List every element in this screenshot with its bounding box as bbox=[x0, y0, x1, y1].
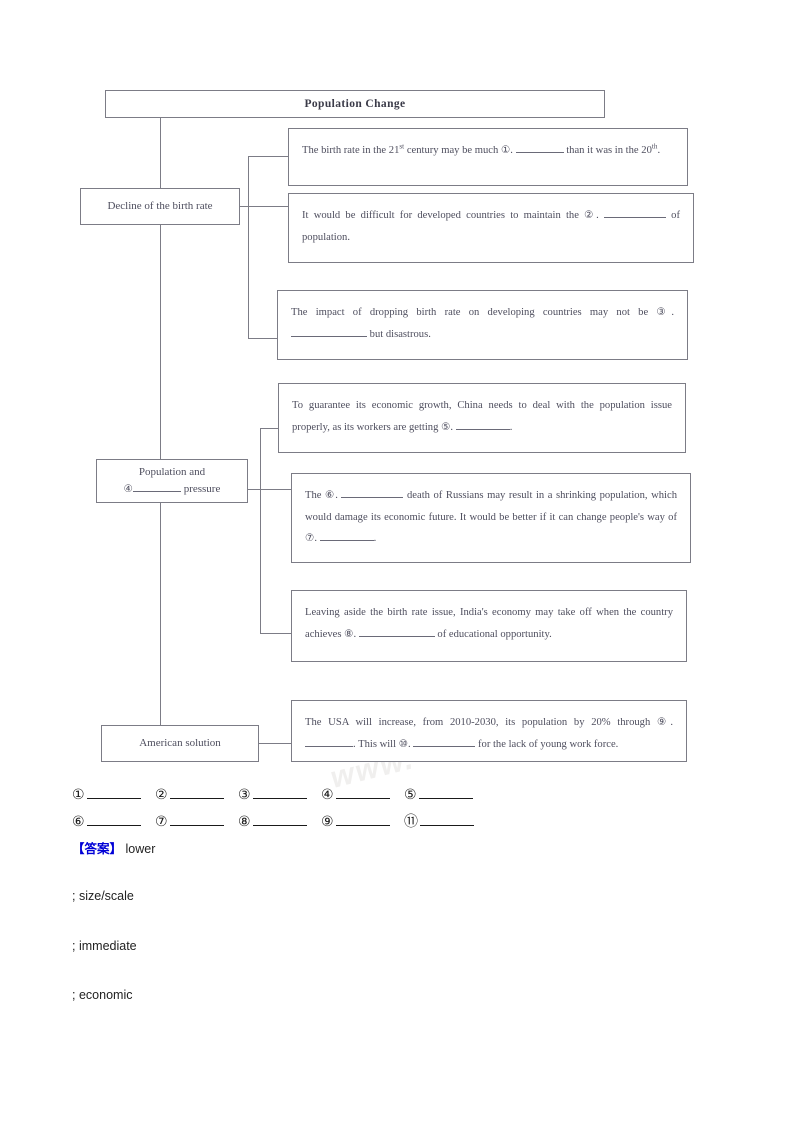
bracket-pressure-vertical bbox=[260, 428, 261, 633]
answer-blank-item[interactable]: ③ bbox=[238, 787, 321, 803]
blank-number-marker: ⑩ bbox=[398, 737, 409, 750]
ordinal-superscript: st bbox=[399, 142, 405, 151]
fill-in-blank[interactable] bbox=[455, 420, 510, 430]
node-decline-label: Decline of the birth rate bbox=[107, 199, 213, 212]
answer-blank-row-2: ⑥ ⑦ ⑧ ⑨ ⑪ bbox=[72, 811, 487, 831]
flowchart-title-label: Population Change bbox=[304, 98, 406, 110]
content-paragraph: The birth rate in the 21st century may b… bbox=[302, 142, 661, 156]
answer-blank-item[interactable]: ④ bbox=[321, 787, 404, 803]
node-pressure-label-line2: ④ pressure bbox=[124, 481, 221, 498]
answer-sep-2: ; bbox=[72, 939, 76, 953]
answer-text-1: size/scale bbox=[78, 889, 134, 903]
content-box-china: To guarantee its economic growth, China … bbox=[278, 383, 686, 453]
fill-in-blank[interactable] bbox=[291, 327, 367, 337]
content-paragraph: Leaving aside the birth rate issue, Indi… bbox=[305, 607, 673, 640]
answer-blank-underline[interactable] bbox=[420, 814, 474, 826]
answer-blank-underline[interactable] bbox=[418, 787, 473, 799]
blank-number-marker: ⑨ bbox=[656, 716, 671, 728]
answer-blank-item[interactable]: ⑥ bbox=[72, 814, 155, 830]
answer-blank-number: ⑦ bbox=[155, 814, 168, 830]
answer-blank-underline[interactable] bbox=[335, 787, 390, 799]
blank-number-marker: ② bbox=[584, 209, 597, 221]
blank-number-marker: ① bbox=[500, 144, 511, 156]
flowchart-title-box: Population Change bbox=[105, 90, 605, 118]
answer-blank-underline[interactable] bbox=[335, 814, 390, 826]
answer-blank-underline[interactable] bbox=[169, 787, 224, 799]
content-box-birth-rate-21st: The birth rate in the 21st century may b… bbox=[288, 128, 688, 186]
answer-blank-number: ⑪ bbox=[404, 814, 418, 830]
node-decline-of-birth-rate: Decline of the birth rate bbox=[80, 188, 240, 225]
content-paragraph: The ⑥. death of Russians may result in a… bbox=[305, 488, 677, 545]
answer-blank-item[interactable]: ② bbox=[155, 787, 238, 803]
page-canvas: www. Population Change Decline of the bi… bbox=[0, 0, 794, 1123]
fill-in-blank[interactable] bbox=[413, 737, 476, 747]
content-box-usa: The USA will increase, from 2010-2030, i… bbox=[291, 700, 687, 762]
answer-blank-number: ⑨ bbox=[321, 814, 334, 830]
answer-blank-number: ⑧ bbox=[238, 814, 251, 830]
node-pressure-number: ④ bbox=[123, 483, 133, 495]
blank-number-marker: ⑤ bbox=[441, 420, 451, 433]
answer-sep-3: ; bbox=[72, 988, 76, 1002]
node-pressure-label-line1: Population and bbox=[138, 465, 206, 478]
node-pressure-suffix: pressure bbox=[183, 483, 221, 495]
content-paragraph: It would be difficult for developed coun… bbox=[302, 208, 681, 243]
blank-number-marker: ③ bbox=[656, 306, 672, 318]
answer-blank-number: ④ bbox=[321, 787, 334, 803]
answer-blank-underline[interactable] bbox=[252, 787, 307, 799]
answer-sep-1: ; bbox=[72, 889, 76, 903]
answer-key-line-1: ; size/scale bbox=[72, 889, 134, 903]
blank-number-marker: ⑥ bbox=[325, 489, 336, 501]
answer-blank-item[interactable]: ⑦ bbox=[155, 814, 238, 830]
answer-key-line-2: ; immediate bbox=[72, 939, 137, 953]
content-box-developing-countries: The impact of dropping birth rate on dev… bbox=[277, 290, 688, 360]
answer-blank-item[interactable]: ① bbox=[72, 787, 155, 803]
fill-in-blank[interactable] bbox=[341, 488, 404, 498]
content-box-russia: The ⑥. death of Russians may result in a… bbox=[291, 473, 691, 563]
fill-in-blank[interactable] bbox=[305, 737, 353, 747]
answer-blank-number: ⑥ bbox=[72, 814, 85, 830]
answer-key-line-0: 【答案】 lower bbox=[72, 838, 155, 857]
answer-blank-item[interactable]: ⑪ bbox=[404, 811, 487, 831]
node-population-pressure: Population and ④ pressure bbox=[96, 459, 248, 503]
answer-tag-0: 【答案】 bbox=[72, 842, 123, 856]
answer-blank-underline[interactable] bbox=[86, 814, 141, 826]
answer-key-line-3: ; economic bbox=[72, 988, 132, 1002]
node-american-solution: American solution bbox=[101, 725, 259, 762]
blank-number-marker: ⑦ bbox=[305, 532, 315, 545]
connector-bracket-box2 bbox=[248, 206, 288, 207]
answer-blank-item[interactable]: ⑨ bbox=[321, 814, 404, 830]
bracket-decline-vertical bbox=[248, 156, 249, 338]
answer-blank-underline[interactable] bbox=[252, 814, 307, 826]
answer-blank-number: ① bbox=[72, 787, 85, 803]
fill-in-blank[interactable] bbox=[319, 531, 374, 542]
answer-blank-item[interactable]: ⑤ bbox=[404, 787, 487, 803]
content-box-developed-countries: It would be difficult for developed coun… bbox=[288, 193, 694, 263]
answer-blank-number: ③ bbox=[238, 787, 251, 803]
answer-blank-number: ② bbox=[155, 787, 168, 803]
connector-bracket-box1 bbox=[248, 156, 288, 157]
node-american-label: American solution bbox=[139, 736, 221, 749]
blank-number-marker: ⑧ bbox=[344, 627, 354, 640]
fill-in-blank[interactable] bbox=[515, 143, 564, 153]
answer-blank-number: ⑤ bbox=[404, 787, 417, 803]
answer-text-0: lower bbox=[125, 842, 156, 856]
answer-blank-row-1: ① ② ③ ④ ⑤ bbox=[72, 787, 487, 803]
ordinal-superscript: th bbox=[651, 142, 658, 151]
answer-blank-item[interactable]: ⑧ bbox=[238, 814, 321, 830]
answer-blank-underline[interactable] bbox=[86, 787, 141, 799]
content-paragraph: The impact of dropping birth rate on dev… bbox=[291, 306, 674, 340]
answer-text-3: economic bbox=[78, 988, 133, 1002]
answer-blank-underline[interactable] bbox=[169, 814, 224, 826]
fill-in-blank[interactable] bbox=[358, 627, 435, 637]
content-paragraph: The USA will increase, from 2010-2030, i… bbox=[305, 716, 673, 750]
fill-in-blank[interactable] bbox=[603, 208, 666, 218]
content-paragraph: To guarantee its economic growth, China … bbox=[292, 400, 672, 433]
answer-text-2: immediate bbox=[78, 939, 137, 953]
node-pressure-blank bbox=[132, 482, 181, 492]
content-box-india: Leaving aside the birth rate issue, Indi… bbox=[291, 590, 687, 662]
